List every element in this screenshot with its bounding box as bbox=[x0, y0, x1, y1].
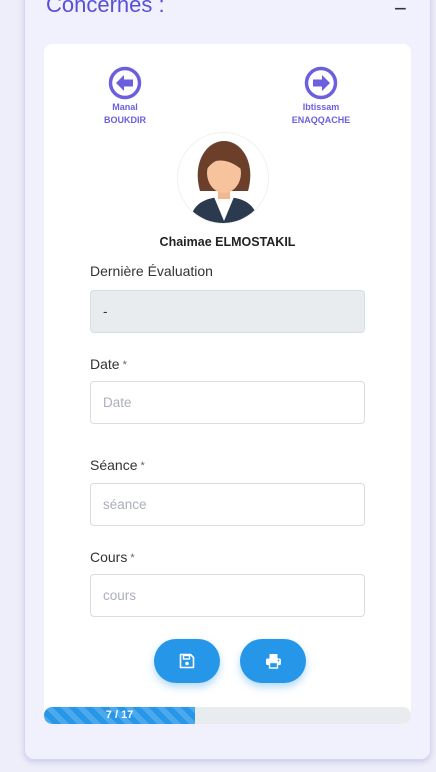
course-required-mark: * bbox=[130, 552, 135, 564]
collapse-toggle[interactable]: − bbox=[394, 0, 407, 22]
course-input[interactable] bbox=[90, 574, 365, 617]
arrow-right-circle-icon bbox=[304, 66, 338, 100]
date-required-mark: * bbox=[122, 359, 127, 371]
next-student-button[interactable]: Ibtissam ENAQQACHE bbox=[276, 66, 366, 126]
session-label: Séance * bbox=[90, 457, 145, 473]
previous-student-button[interactable]: Manal BOUKDIR bbox=[80, 66, 170, 126]
session-required-mark: * bbox=[140, 460, 145, 472]
previous-student-first-name: Manal bbox=[112, 102, 138, 112]
previous-student-last-name: BOUKDIR bbox=[104, 115, 146, 125]
session-label-text: Séance bbox=[90, 457, 138, 473]
print-button[interactable] bbox=[240, 639, 306, 683]
print-icon bbox=[265, 654, 281, 669]
date-input[interactable] bbox=[90, 381, 365, 424]
student-card: Manal BOUKDIR Ibtissam ENAQQACHE Chaimae… bbox=[44, 44, 411, 724]
save-button[interactable] bbox=[154, 639, 220, 683]
progress-bar: 7 / 17 bbox=[44, 707, 411, 724]
student-avatar bbox=[177, 132, 269, 224]
arrow-left-circle-icon bbox=[108, 66, 142, 100]
next-student-last-name: ENAQQACHE bbox=[291, 115, 351, 125]
course-label-text: Cours bbox=[90, 549, 128, 565]
save-icon bbox=[179, 653, 195, 669]
date-label: Date * bbox=[90, 356, 127, 372]
last-evaluation-field: - bbox=[90, 290, 365, 333]
session-input[interactable] bbox=[90, 483, 365, 526]
progress-fill: 7 / 17 bbox=[44, 707, 196, 724]
section-title: Concernés : bbox=[46, 0, 165, 17]
last-evaluation-label: Dernière Évaluation bbox=[90, 263, 213, 279]
student-name: Chaimae ELMOSTAKIL bbox=[159, 235, 296, 249]
date-label-text: Date bbox=[90, 356, 120, 372]
course-label: Cours * bbox=[90, 549, 135, 565]
next-student-first-name: Ibtissam bbox=[302, 102, 340, 112]
female-avatar-icon bbox=[190, 141, 258, 223]
